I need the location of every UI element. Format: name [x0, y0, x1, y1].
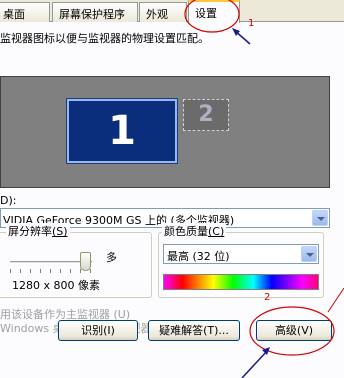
tab-desktop[interactable]: 桌面: [0, 2, 50, 22]
tab-screensaver[interactable]: 屏幕保护程序: [52, 2, 138, 22]
annotation-step-2: 2: [264, 292, 271, 303]
tab-bar: 桌面 屏幕保护程序 外观 设置: [0, 0, 344, 23]
tab-appearance[interactable]: 外观: [139, 2, 187, 22]
resolution-title: 屏分辨率(S): [6, 223, 70, 239]
monitor-1-icon[interactable]: 1: [67, 99, 177, 163]
resolution-value: 1280 x 800 像素: [12, 279, 100, 292]
monitor-arrangement-area[interactable]: 1 2: [0, 76, 330, 188]
annotation-step-1: 1: [248, 18, 255, 29]
troubleshoot-button[interactable]: 疑难解答(T)...: [148, 320, 240, 341]
color-quality-value: 最高 (32 位): [167, 250, 230, 263]
settings-panel: 监视器图标以便与监视器的物理设置匹配。 1 2 D): VIDIA GeForc…: [0, 22, 344, 378]
instruction-text: 监视器图标以便与监视器的物理设置匹配。: [0, 32, 209, 45]
tab-settings[interactable]: 设置: [188, 0, 240, 23]
identify-button[interactable]: 识别(I): [58, 320, 138, 341]
color-quality-dropdown[interactable]: 最高 (32 位): [163, 244, 319, 264]
color-quality-title: 颜色质量(C): [162, 223, 227, 239]
chevron-down-icon[interactable]: [312, 210, 328, 226]
resolution-slider-ticks: [10, 269, 92, 273]
chevron-down-icon[interactable]: [301, 246, 317, 262]
slider-more-label: 多: [106, 251, 117, 264]
display-label: D):: [0, 194, 17, 207]
resolution-slider-thumb[interactable]: [80, 252, 91, 271]
advanced-button[interactable]: 高级(V): [256, 320, 332, 341]
monitor-2-icon[interactable]: 2: [183, 99, 229, 131]
color-spectrum-bar: [163, 274, 319, 290]
